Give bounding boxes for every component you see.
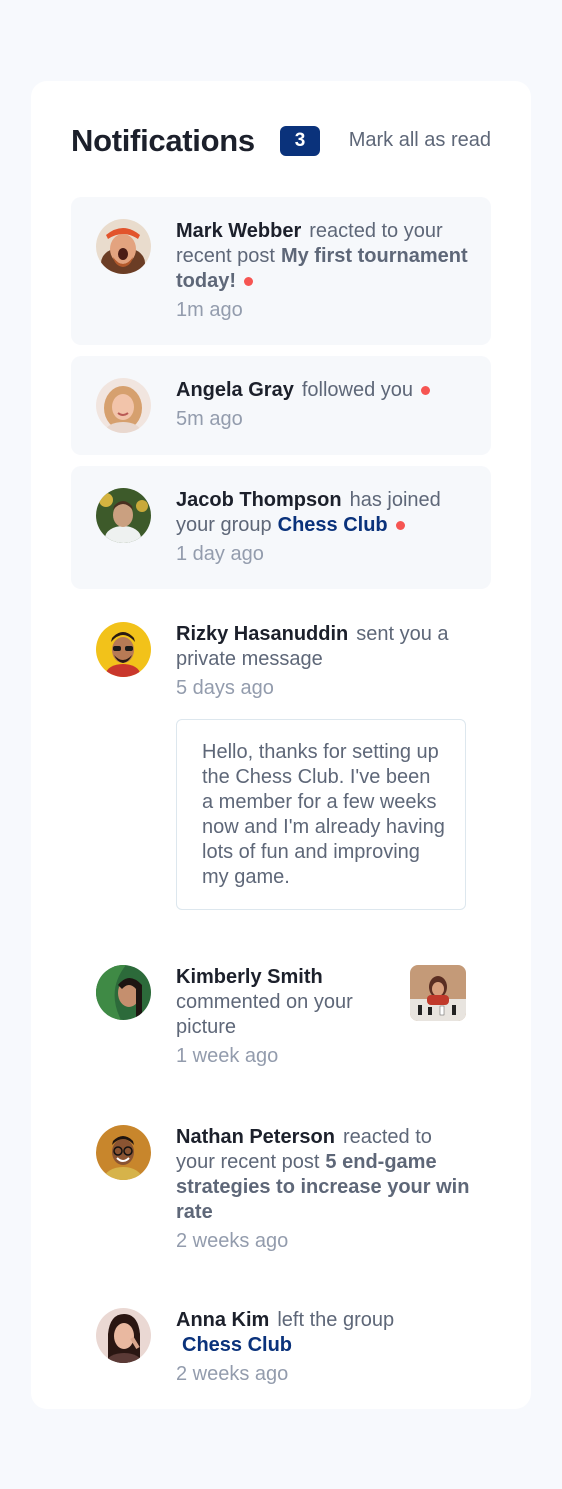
notification-item[interactable]: Anna Kim left the group Chess Club 2 weeks… — [71, 1286, 491, 1396]
avatar-angela-gray-icon — [96, 378, 151, 433]
timestamp: 2 weeks ago — [176, 1230, 289, 1252]
unread-dot — [421, 386, 431, 396]
notification-text: Angela Gray followed you 5m ago — [176, 378, 471, 432]
timestamp: 2 weeks ago — [176, 1363, 289, 1385]
timestamp: 1 week ago — [176, 1045, 279, 1067]
user-name-link[interactable]: Mark Webber — [176, 220, 301, 242]
timestamp: 5m ago — [176, 408, 243, 430]
notification-text: Kimberly Smith commented on your picture… — [176, 965, 406, 1069]
avatar[interactable] — [96, 378, 151, 433]
unread-dot — [244, 277, 253, 287]
page-title: Notifications — [71, 123, 255, 158]
avatar[interactable] — [96, 219, 151, 274]
user-name-link[interactable]: Nathan Peterson — [176, 1126, 335, 1148]
avatar[interactable] — [96, 965, 151, 1020]
avatar-kimberly-smith-icon — [96, 965, 151, 1020]
user-name-link[interactable]: Kimberly Smith — [176, 966, 323, 988]
notification-text: Rizky Hasanuddin sent you a private messa… — [176, 622, 471, 701]
avatar-rizky-hasanuddin-icon — [96, 622, 151, 677]
notification-text: Anna Kim left the group Chess Club 2 weeks… — [176, 1308, 471, 1387]
user-name-link[interactable]: Anna Kim — [176, 1309, 269, 1331]
notifications-header: Notifications 3 Mark all as read — [71, 123, 491, 159]
avatar[interactable] — [96, 622, 151, 677]
group-link[interactable]: Chess Club — [278, 514, 388, 536]
notification-item[interactable]: Jacob Thompson has joined your group Chess… — [71, 466, 491, 589]
unread-count-badge: 3 — [280, 126, 320, 156]
chess-picture-icon — [410, 965, 466, 1021]
notification-text: Nathan Peterson reacted to your recent po… — [176, 1125, 471, 1254]
mark-all-as-read-button[interactable]: Mark all as read — [349, 129, 491, 152]
user-name-link[interactable]: Angela Gray — [176, 379, 294, 401]
notification-text: Mark Webber reacted to your recent post My… — [176, 219, 471, 323]
notification-item[interactable]: Angela Gray followed you 5m ago — [71, 356, 491, 455]
group-link[interactable]: Chess Club — [182, 1334, 292, 1356]
notification-action: commented on your picture — [176, 991, 353, 1038]
notification-text: Jacob Thompson has joined your group Chess… — [176, 488, 471, 567]
timestamp: 1m ago — [176, 299, 243, 321]
timestamp: 5 days ago — [176, 677, 274, 699]
user-name-link[interactable]: Rizky Hasanuddin — [176, 623, 348, 645]
avatar-nathan-peterson-icon — [96, 1125, 151, 1180]
avatar[interactable] — [96, 488, 151, 543]
notification-item[interactable]: Mark Webber reacted to your recent post My… — [71, 197, 491, 345]
notification-action: left the group — [277, 1309, 395, 1331]
commented-picture-thumbnail[interactable] — [410, 965, 466, 1021]
avatar-mark-webber-icon — [96, 219, 151, 274]
avatar-anna-kim-icon — [96, 1308, 151, 1363]
unread-dot — [395, 521, 405, 531]
avatar[interactable] — [96, 1308, 151, 1363]
private-message-preview[interactable]: Hello, thanks for setting up the Chess C… — [176, 719, 466, 910]
notification-item[interactable]: Nathan Peterson reacted to your recent po… — [71, 1103, 491, 1263]
avatar-jacob-thompson-icon — [96, 488, 151, 543]
user-name-link[interactable]: Jacob Thompson — [176, 489, 342, 511]
avatar[interactable] — [96, 1125, 151, 1180]
notifications-card: Notifications 3 Mark all as read Mark We… — [31, 81, 531, 1409]
timestamp: 1 day ago — [176, 543, 264, 565]
notification-action: followed you — [301, 379, 414, 401]
